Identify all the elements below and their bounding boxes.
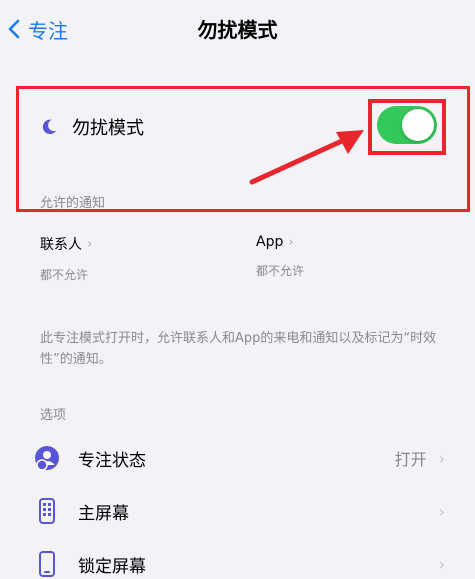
apps-title: App [256, 234, 284, 250]
lock-screen-icon [34, 551, 60, 577]
option-lock-screen[interactable]: 锁定屏幕 › [34, 549, 445, 579]
contacts-title: 联系人 [40, 237, 82, 253]
apps-cell[interactable]: App › 都不允许 [256, 234, 304, 279]
contacts-value: 都不允许 [40, 268, 89, 282]
chevron-right-icon: › [438, 554, 445, 574]
home-screen-icon [34, 498, 60, 524]
chevron-right-icon: › [438, 448, 445, 468]
focus-status-value: 打开 [394, 450, 427, 469]
focus-status-icon [34, 445, 60, 471]
chevron-right-icon: › [288, 234, 294, 250]
annotation-arrow-icon [249, 130, 364, 185]
chevron-right-icon: › [438, 501, 445, 521]
option-home-screen[interactable]: 主屏幕 › [34, 496, 445, 526]
annotation-box-toggle [368, 99, 446, 155]
page-title: 勿扰模式 [197, 18, 278, 42]
contacts-cell[interactable]: 联系人 › 都不允许 [40, 234, 92, 283]
home-screen-label: 主屏幕 [78, 503, 129, 524]
allowed-section-label: 允许的通知 [40, 196, 106, 211]
lock-screen-label: 锁定屏幕 [78, 556, 146, 577]
chevron-right-icon: › [87, 236, 93, 252]
options-section-label: 选项 [40, 408, 67, 423]
apps-value: 都不允许 [256, 264, 305, 278]
focus-status-label: 专注状态 [78, 450, 146, 471]
description-text: 此专注模式打开时，允许联系人和App的来电和通知以及标记为“时效性”的通知。 [40, 331, 437, 367]
option-focus-status[interactable]: 专注状态 打开 › [34, 443, 445, 473]
